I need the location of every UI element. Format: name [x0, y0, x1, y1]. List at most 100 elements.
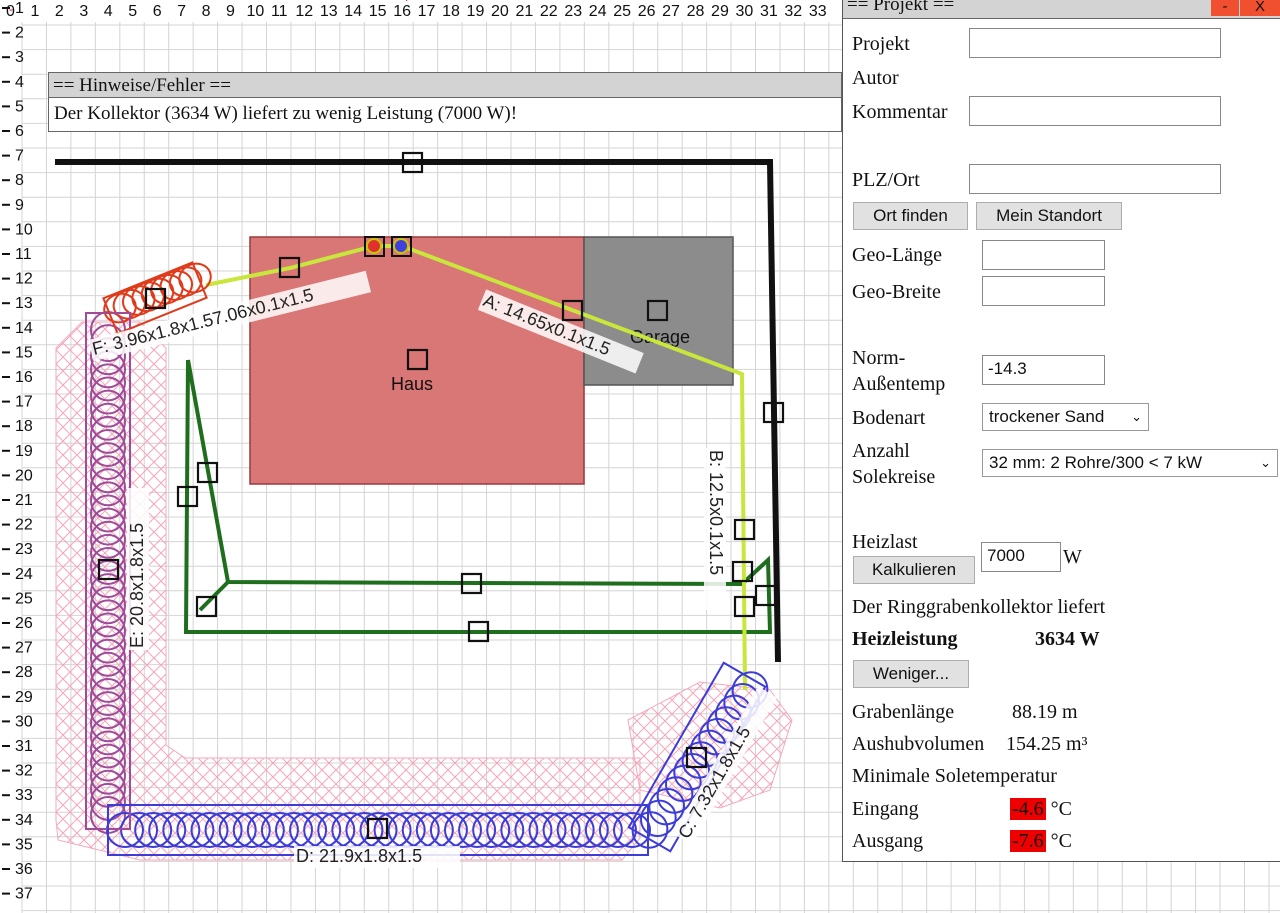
ruler-left-label: 18: [15, 418, 33, 435]
ausgang-value: -7.6: [1010, 830, 1046, 852]
ruler-left-label: 37: [15, 886, 33, 903]
ruler-left-label: 28: [15, 664, 33, 681]
mein-standort-button[interactable]: Mein Standort: [976, 202, 1122, 230]
ruler-left-label: 17: [15, 394, 33, 411]
geo-laenge-label: Geo-Länge: [852, 244, 942, 266]
heizlast-label: Heizlast: [852, 531, 918, 553]
ruler-top-label: 6: [153, 3, 162, 20]
supply-connector-dot: [366, 238, 382, 254]
ruler-left-label: 8: [15, 172, 24, 189]
return-connector-dot: [393, 238, 409, 254]
hints-title[interactable]: == Hinweise/Fehler ==: [48, 72, 842, 98]
ruler-top-label: 7: [177, 3, 186, 20]
heizlast-input[interactable]: 7000: [981, 542, 1061, 572]
handle[interactable]: [195, 595, 218, 618]
projekt-input[interactable]: [969, 28, 1221, 58]
ruler-top-label: 33: [809, 3, 827, 20]
ruler-top-label: 3: [79, 3, 88, 20]
ruler-left-label: 11: [15, 246, 32, 263]
ruler-left-label: 24: [15, 566, 33, 583]
ruler-top-label: 22: [540, 3, 558, 20]
project-title: == Projekt ==: [847, 0, 955, 15]
kalkulieren-button[interactable]: Kalkulieren: [853, 556, 975, 584]
house-shape[interactable]: [249, 236, 585, 485]
ausgang-unit: °C: [1050, 830, 1073, 852]
ruler-top-label: 4: [104, 3, 113, 20]
anzahl-solekreise-value: 32 mm: 2 Rohre/300 < 7 kW: [989, 453, 1203, 472]
heizlast-unit: W: [1063, 546, 1082, 568]
bodenart-select[interactable]: trockener Sand ⌄: [982, 403, 1149, 431]
min-soletemp-label: Minimale Soletemperatur: [852, 765, 1057, 787]
norm-temp-input[interactable]: -14.3: [982, 355, 1105, 385]
kommentar-label: Kommentar: [852, 101, 948, 123]
geo-breite-label: Geo-Breite: [852, 281, 941, 303]
ruler-top-label: 13: [320, 3, 338, 20]
ruler-left-label: 26: [15, 615, 33, 632]
projekt-label: Projekt: [852, 33, 910, 55]
ruler-top-label: 8: [202, 3, 211, 20]
anzahl-label-line2: Solekreise: [852, 466, 936, 488]
anzahl-label-line1: Anzahl: [852, 440, 910, 462]
ruler-top: 0 1 2 3 4 5 6 7 8 9 10 11 12 13 14 15 16 17 18 19 20 21 22 23 24…: [6, 3, 827, 20]
segment-label-d: D: 21.9x1.8x1.5: [296, 846, 422, 866]
ruler-top-label: 29: [711, 3, 729, 20]
ruler-left-label: 5: [15, 98, 24, 115]
autor-label: Autor: [852, 67, 899, 89]
ruler-top-label: 2: [55, 3, 64, 20]
ruler-top-label: 31: [760, 3, 778, 20]
bodenart-label: Bodenart: [852, 407, 926, 429]
ruler-origin-marker: -: [9, 2, 13, 16]
norm-label-line2: Außentemp: [852, 373, 946, 395]
ruler-left-label: 1: [15, 0, 24, 17]
house-label: Haus: [391, 374, 433, 394]
ruler-left-label: 30: [15, 713, 33, 730]
ruler-top-label: 10: [247, 3, 265, 20]
ruler-top-label: 24: [589, 3, 607, 20]
aushub-label: Aushubvolumen: [852, 733, 985, 755]
norm-label-line1: Norm-: [852, 347, 906, 369]
eingang-label: Eingang: [852, 798, 919, 820]
close-button[interactable]: X: [1240, 0, 1280, 16]
geo-breite-input[interactable]: [982, 276, 1105, 306]
geo-laenge-input[interactable]: [982, 240, 1105, 270]
ruler-left-label: 36: [15, 861, 33, 878]
handle[interactable]: [754, 584, 777, 607]
ruler-left-label: 31: [15, 738, 33, 755]
project-titlebar[interactable]: == Projekt == - X: [843, 0, 1280, 19]
ruler-left-label: 29: [15, 689, 33, 706]
ausgang-temp: -7.6 °C: [1010, 829, 1072, 853]
anzahl-solekreise-select[interactable]: 32 mm: 2 Rohre/300 < 7 kW ⌄: [982, 449, 1278, 477]
plz-input[interactable]: [969, 164, 1221, 194]
ruler-left-label: 22: [15, 517, 33, 534]
ruler-top-label: 26: [638, 3, 656, 20]
ruler-left-label: 20: [15, 467, 33, 484]
minimize-button[interactable]: -: [1211, 0, 1239, 16]
ort-finden-button[interactable]: Ort finden: [853, 202, 968, 230]
ruler-top-label: 1: [30, 3, 39, 20]
ruler-left-label: 33: [15, 787, 33, 804]
ruler-left-label: 3: [15, 49, 24, 66]
ruler-top-label: 21: [515, 3, 533, 20]
ruler-red-marker: ·: [405, 0, 408, 6]
grabenlaenge-value: 88.19 m: [1012, 701, 1078, 723]
segment-label-e: E: 20.8x1.8x1.5: [127, 523, 147, 648]
ruler-top-label: 16: [393, 3, 411, 20]
ruler-left-label: 12: [15, 271, 33, 288]
ruler-top-label: 28: [687, 3, 705, 20]
liefert-text: Der Ringgrabenkollektor liefert: [852, 596, 1106, 618]
eingang-unit: °C: [1050, 798, 1073, 820]
ruler-top-label: 23: [564, 3, 582, 20]
kommentar-input[interactable]: [969, 96, 1221, 126]
weniger-button[interactable]: Weniger...: [853, 660, 969, 688]
ruler-left-label: 4: [15, 74, 24, 91]
ruler-left-label: 13: [15, 295, 33, 312]
project-panel: == Projekt == - X Projekt Autor Kommenta…: [842, 0, 1280, 862]
ruler-left-label: 15: [15, 344, 33, 361]
ruler-top-label: 18: [442, 3, 460, 20]
ruler-top-label: 14: [344, 3, 362, 20]
grabenlaenge-label: Grabenlänge: [852, 701, 955, 723]
ruler-left-label: 10: [15, 221, 33, 238]
segment-label-b: B: 12.5x0.1x1.5: [706, 450, 726, 575]
eingang-value: -4.6: [1010, 798, 1046, 820]
ruler-top-label: 30: [736, 3, 754, 20]
